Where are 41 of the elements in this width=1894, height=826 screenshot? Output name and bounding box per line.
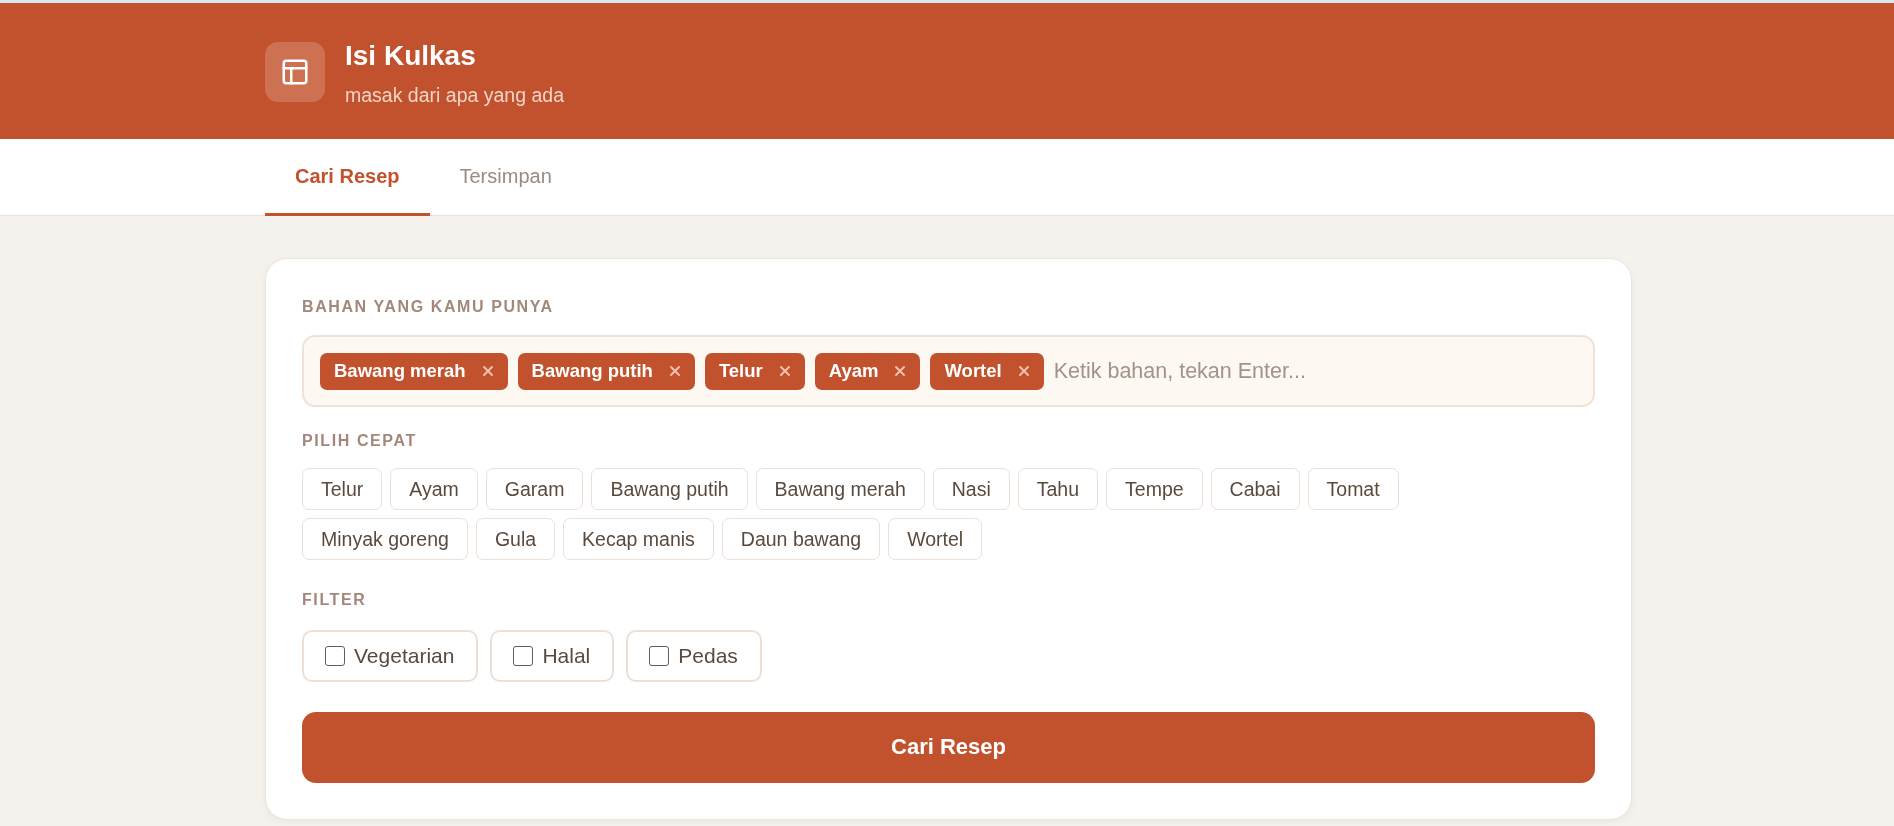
checkbox[interactable] [325,645,345,666]
tag-label: Telur [718,360,763,383]
tag-label: Bawang putih [531,360,653,383]
quick-pick-chip[interactable]: Minyak goreng [302,518,468,561]
checkbox[interactable] [513,645,534,666]
quick-pick-chip[interactable]: Telur [302,468,383,511]
quick-pick-chip[interactable]: Bawang merah [755,468,925,511]
section-label: BAHAN YANG KAMU PUNYA [302,297,555,317]
tag-label: Bawang merah [334,360,466,383]
app-subtitle: masak dari apa yang ada [345,83,564,108]
remove-icon[interactable] [778,365,791,378]
remove-icon[interactable] [1017,365,1030,378]
tab[interactable]: Cari Resep [265,139,430,216]
remove-icon[interactable] [894,365,907,378]
quick-pick-chip[interactable]: Daun bawang [721,518,881,561]
quick-pick-chip[interactable]: Tahu [1017,468,1099,511]
quick-pick-chip[interactable]: Kecap manis [563,518,714,561]
quick-pick-chip[interactable]: Wortel [888,518,983,561]
quick-pick-chip[interactable]: Nasi [932,468,1010,511]
quick-pick-chip[interactable]: Cabai [1210,468,1300,511]
app-title: Isi Kulkas [345,40,477,72]
quick-pick-chip[interactable]: Garam [485,468,584,511]
quick-pick-chip[interactable]: Tomat [1307,468,1399,511]
ingredient-input-field[interactable]: Ketik bahan, tekan Enter... [1053,352,1577,390]
search-button[interactable]: Cari Resep [302,711,1595,783]
filter-option[interactable]: Vegetarian [302,629,479,682]
tag-label: Wortel [944,360,1002,383]
quick-pick-chip[interactable]: Ayam [390,468,478,511]
checkbox[interactable] [649,645,670,666]
filter-option[interactable]: Pedas [626,629,762,682]
remove-icon[interactable] [481,365,494,378]
quick-pick-chip[interactable]: Gula [475,518,556,561]
tag-input-box[interactable]: Bawang merah Bawang putih Telur Ayam Wortel Ketik bahan, tekan Enter... [302,335,1595,408]
layout-icon [265,42,325,102]
remove-icon[interactable] [668,365,681,378]
section-label: FILTER [302,590,368,610]
quick-pick-chip[interactable]: Bawang putih [591,468,748,511]
filter-option[interactable]: Halal [490,629,615,682]
quick-pick-chip[interactable]: Tempe [1106,468,1203,511]
section-label: PILIH CEPAT [302,431,418,451]
tag-label: Ayam [828,360,879,383]
